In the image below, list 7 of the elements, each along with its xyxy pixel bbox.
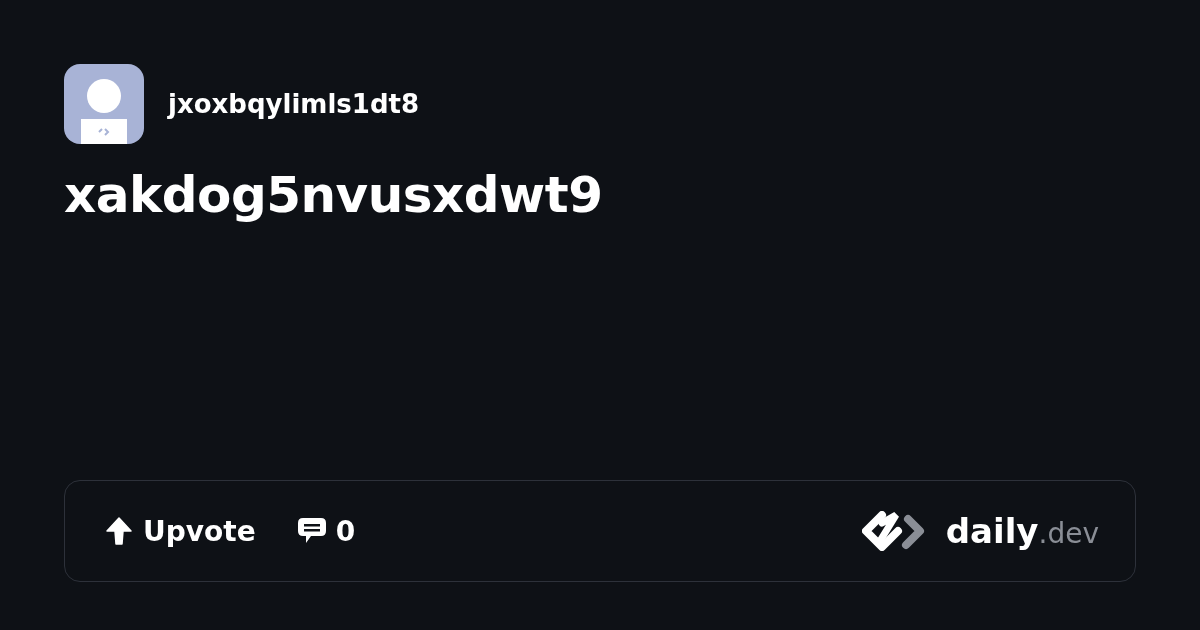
brand-name: daily.dev: [945, 511, 1099, 551]
upvote-button[interactable]: Upvote: [103, 514, 256, 548]
comments-button[interactable]: 0: [295, 514, 356, 548]
avatar-icon: [64, 64, 144, 144]
post-title: xakdog5nvusxdwt9: [64, 166, 604, 224]
arrow-up-icon: [103, 515, 135, 547]
author-username: jxoxbqylimls1dt8: [168, 89, 419, 119]
